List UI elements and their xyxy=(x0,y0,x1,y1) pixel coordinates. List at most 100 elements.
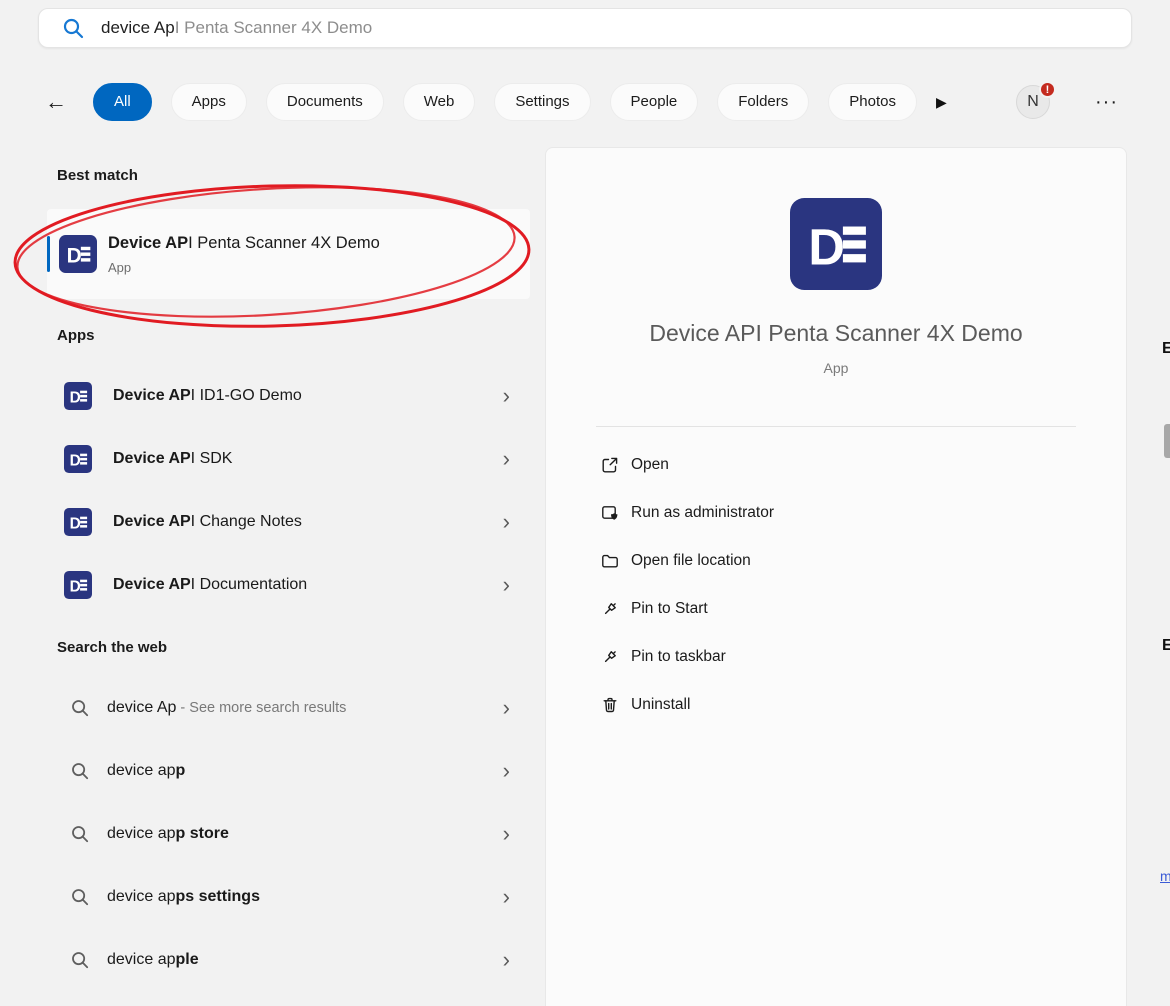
app-icon: D xyxy=(64,571,92,599)
app-icon: D xyxy=(64,508,92,536)
app-icon: D xyxy=(64,445,92,473)
app-result-id1-go-demo[interactable]: D Device API ID1-GO Demo › xyxy=(57,364,530,427)
action-label: Open xyxy=(631,456,669,474)
search-inline-suggestion: I Penta Scanner 4X Demo xyxy=(175,18,373,38)
screen-edge-artifact: m xyxy=(1160,868,1170,885)
svg-text:D: D xyxy=(70,515,81,532)
app-result-title: Device API ID1-GO Demo xyxy=(113,387,302,405)
web-suggestion-device-app-store[interactable]: device app store › xyxy=(57,802,530,865)
best-match-type: App xyxy=(108,260,380,275)
screen-edge-artifact: E xyxy=(1162,637,1170,655)
app-result-change-notes[interactable]: D Device API Change Notes › xyxy=(57,490,530,553)
web-suggestion-text: device apple xyxy=(107,951,199,969)
app-result-title: Device API Change Notes xyxy=(113,513,302,531)
expand-chevron-icon[interactable]: › xyxy=(503,760,510,782)
expand-chevron-icon[interactable]: › xyxy=(503,697,510,719)
action-label: Run as administrator xyxy=(631,504,774,522)
app-result-title: Device API SDK xyxy=(113,450,232,468)
web-suggestion-device-apple[interactable]: device apple › xyxy=(57,928,530,991)
preview-app-type: App xyxy=(546,360,1126,376)
back-arrow-icon[interactable]: ← xyxy=(38,80,74,124)
trash-icon xyxy=(600,695,620,715)
overflow-menu-icon[interactable]: ··· xyxy=(1095,91,1118,114)
filter-tab-documents[interactable]: Documents xyxy=(266,83,384,121)
web-suggestion-device-apps-settings[interactable]: device apps settings › xyxy=(57,865,530,928)
divider xyxy=(596,426,1076,427)
search-icon xyxy=(70,761,90,781)
app-icon: D xyxy=(59,235,97,273)
expand-chevron-icon[interactable]: › xyxy=(503,574,510,596)
best-match-text: Device API Penta Scanner 4X Demo App xyxy=(108,234,380,275)
best-match-result[interactable]: D Device API Penta Scanner 4X Demo App xyxy=(47,209,530,299)
search-the-web-header: Search the web xyxy=(57,639,530,656)
expand-chevron-icon[interactable]: › xyxy=(503,511,510,533)
result-preview-panel: D Device API Penta Scanner 4X Demo App O… xyxy=(545,147,1127,1006)
filter-tab-people[interactable]: People xyxy=(610,83,699,121)
expand-chevron-icon[interactable]: › xyxy=(503,385,510,407)
search-icon xyxy=(70,950,90,970)
apps-list: D Device API ID1-GO Demo › D Device API … xyxy=(57,364,530,616)
app-icon: D xyxy=(64,382,92,410)
app-result-title: Device API Documentation xyxy=(113,576,307,594)
web-suggestion-text: device Ap - See more search results xyxy=(107,699,346,717)
notification-badge: ! xyxy=(1039,81,1056,98)
search-icon xyxy=(70,887,90,907)
pin-icon xyxy=(600,647,620,667)
expand-chevron-icon[interactable]: › xyxy=(503,886,510,908)
best-match-header: Best match xyxy=(57,167,530,184)
open-action[interactable]: Open xyxy=(586,441,1086,489)
svg-text:D: D xyxy=(67,245,82,268)
filter-tab-web[interactable]: Web xyxy=(403,83,476,121)
context-actions: Open Run as administrator Open file loca… xyxy=(586,441,1086,729)
app-result-sdk[interactable]: D Device API SDK › xyxy=(57,427,530,490)
web-suggestion-device-app[interactable]: device app › xyxy=(57,739,530,802)
uninstall-action[interactable]: Uninstall xyxy=(586,681,1086,729)
search-input[interactable]: device ApI Penta Scanner 4X Demo xyxy=(38,8,1132,48)
avatar-letter: N xyxy=(1027,93,1039,111)
action-label: Uninstall xyxy=(631,696,690,714)
search-icon xyxy=(70,698,90,718)
search-results-column: Best match D Device API Penta Scanner 4X… xyxy=(57,147,530,991)
apps-header: Apps xyxy=(57,327,530,344)
open-external-icon xyxy=(600,455,620,475)
account-avatar[interactable]: N ! xyxy=(1016,85,1050,119)
screen-edge-artifact: E xyxy=(1162,340,1170,358)
svg-text:D: D xyxy=(808,219,845,276)
pin-to-taskbar-action[interactable]: Pin to taskbar xyxy=(586,633,1086,681)
web-suggestion-text: device app store xyxy=(107,825,229,843)
selection-accent-bar xyxy=(47,236,50,272)
action-label: Pin to taskbar xyxy=(631,648,726,666)
windows-search-overlay: device ApI Penta Scanner 4X Demo ← All A… xyxy=(0,0,1170,1006)
svg-text:D: D xyxy=(70,389,81,406)
search-typed-text: device Ap xyxy=(101,18,175,38)
app-result-documentation[interactable]: D Device API Documentation › xyxy=(57,553,530,616)
search-icon xyxy=(70,824,90,844)
expand-chevron-icon[interactable]: › xyxy=(503,448,510,470)
run-as-administrator-action[interactable]: Run as administrator xyxy=(586,489,1086,537)
svg-text:D: D xyxy=(70,452,81,469)
filter-tab-apps[interactable]: Apps xyxy=(171,83,247,121)
action-label: Pin to Start xyxy=(631,600,708,618)
preview-app-title: Device API Penta Scanner 4X Demo xyxy=(546,320,1126,347)
web-suggestion-text: device app xyxy=(107,762,185,780)
web-suggestion-text: device apps settings xyxy=(107,888,260,906)
more-filters-icon[interactable]: ▶ xyxy=(936,94,947,111)
folder-icon xyxy=(600,551,620,571)
expand-chevron-icon[interactable]: › xyxy=(503,949,510,971)
best-match-title: Device API Penta Scanner 4X Demo xyxy=(108,234,380,253)
expand-chevron-icon[interactable]: › xyxy=(503,823,510,845)
filter-tab-folders[interactable]: Folders xyxy=(717,83,809,121)
search-icon xyxy=(61,16,85,40)
pin-to-start-action[interactable]: Pin to Start xyxy=(586,585,1086,633)
app-icon-large: D xyxy=(790,198,882,290)
filter-tab-photos[interactable]: Photos xyxy=(828,83,917,121)
web-suggestions-list: device Ap - See more search results › de… xyxy=(57,676,530,991)
web-suggestion-see-more[interactable]: device Ap - See more search results › xyxy=(57,676,530,739)
open-file-location-action[interactable]: Open file location xyxy=(586,537,1086,585)
filter-bar: ← All Apps Documents Web Settings People… xyxy=(38,80,1132,124)
filter-tab-settings[interactable]: Settings xyxy=(494,83,590,121)
admin-shield-icon xyxy=(600,503,620,523)
svg-text:D: D xyxy=(70,578,81,595)
filter-tab-all[interactable]: All xyxy=(93,83,152,121)
screen-edge-artifact xyxy=(1164,424,1170,458)
